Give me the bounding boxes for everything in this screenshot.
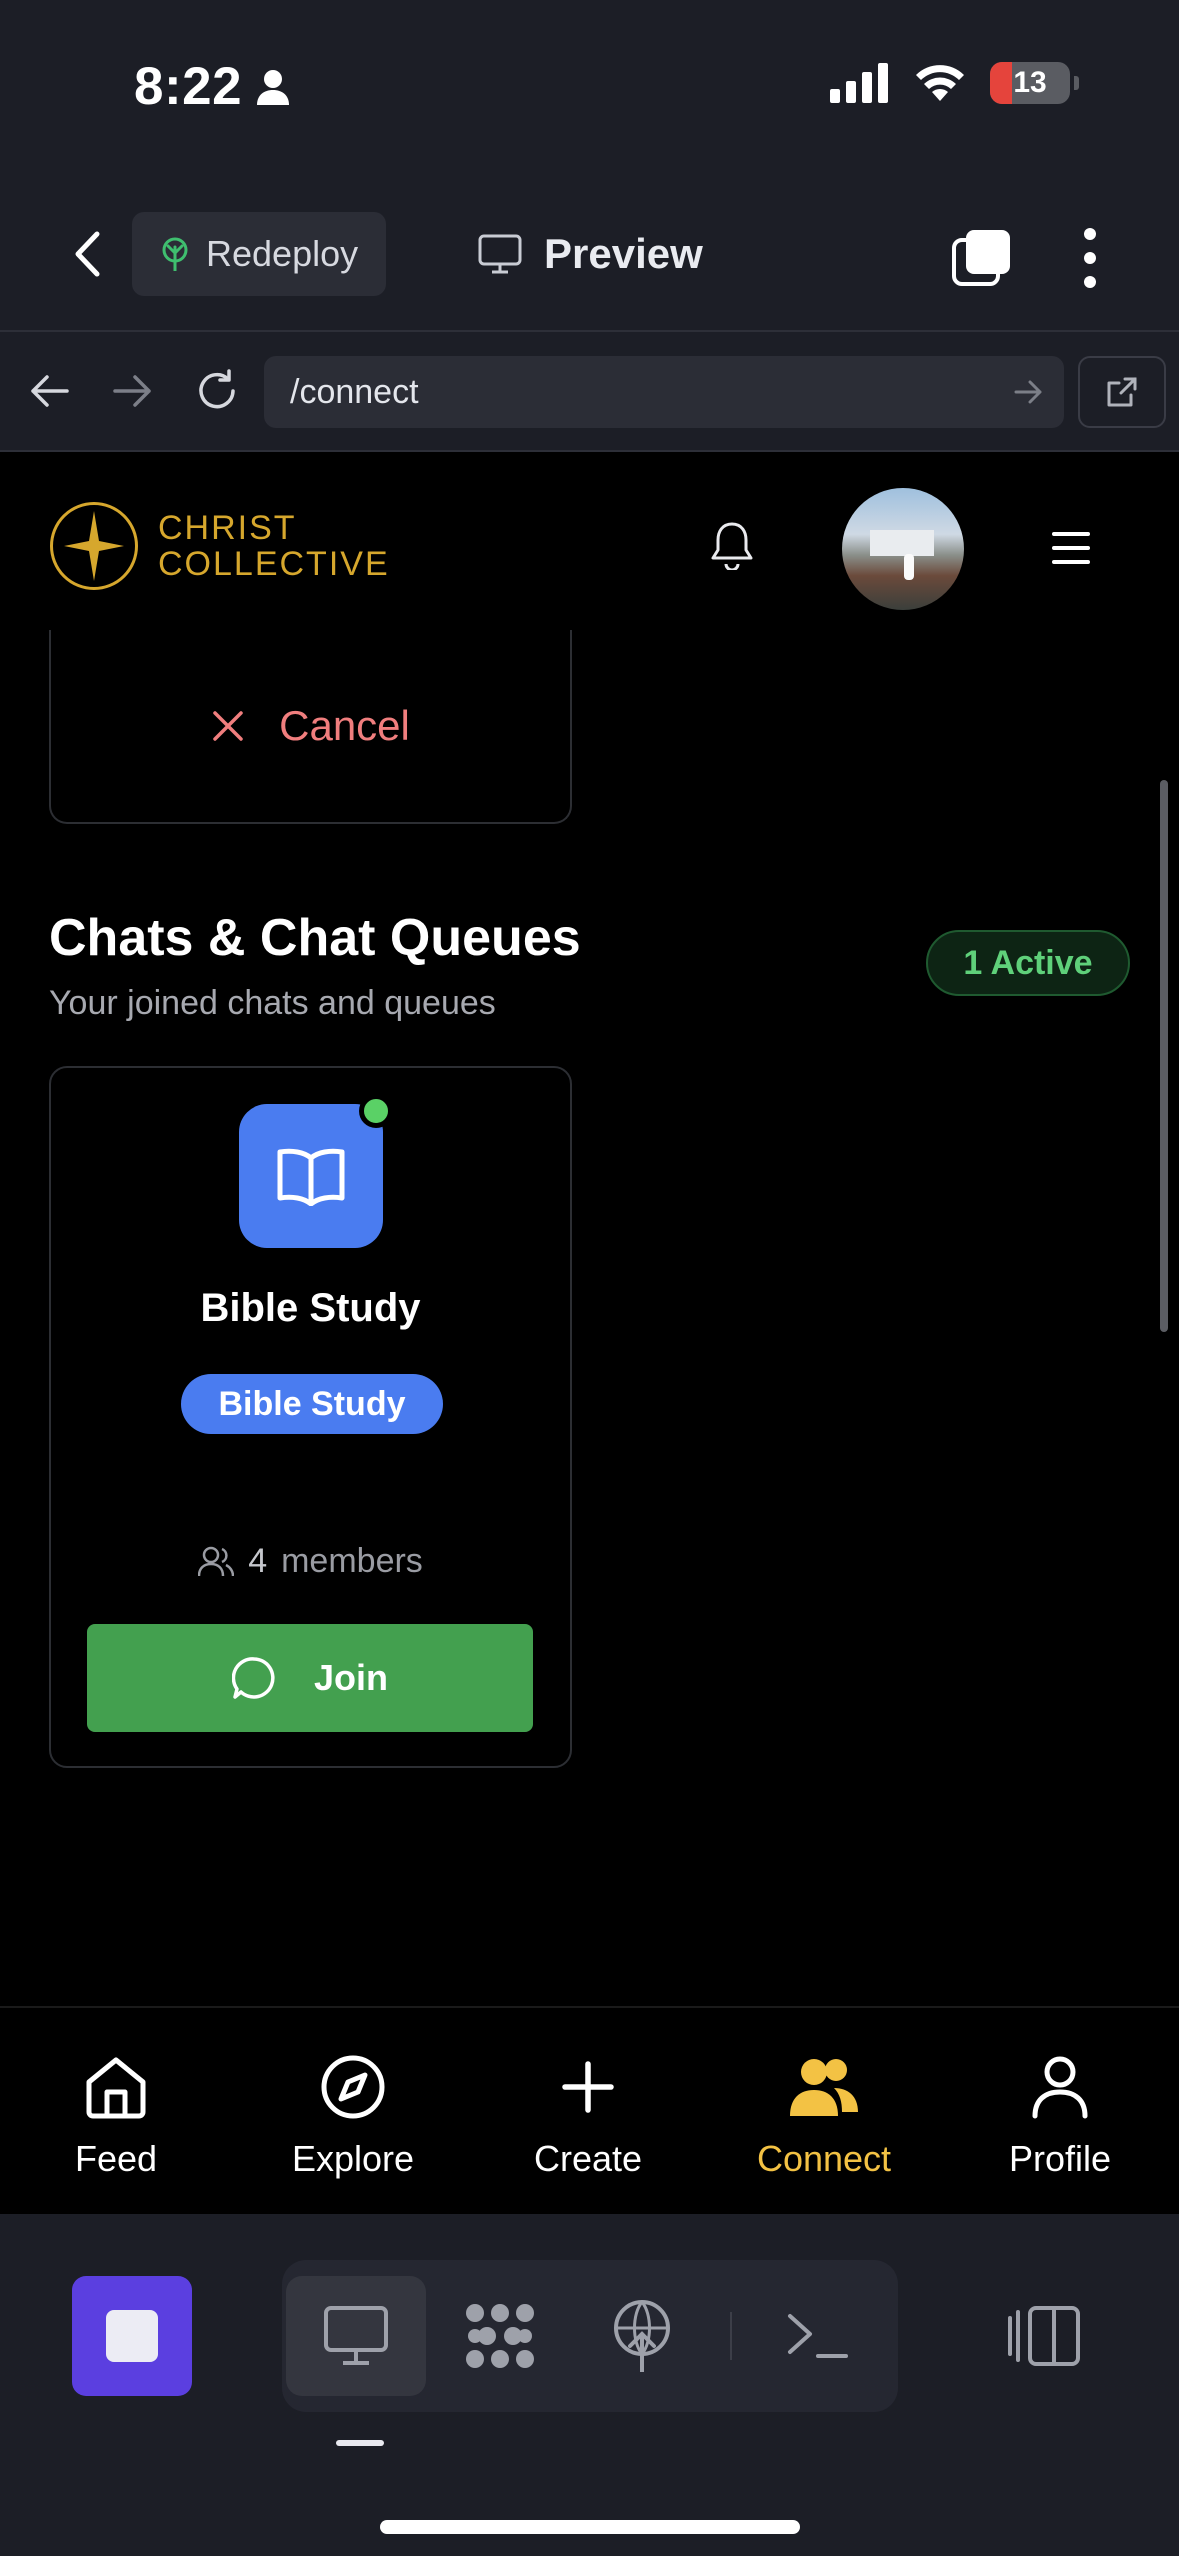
clock: 8:22: [134, 57, 243, 116]
preview-label: Preview: [544, 230, 703, 277]
apps-tool-button[interactable]: [430, 2276, 570, 2396]
user-icon: [1032, 2056, 1088, 2119]
compass-icon: [321, 2055, 385, 2119]
cancel-label: Cancel: [279, 702, 410, 749]
join-label: Join: [313, 1657, 388, 1698]
nav-explore[interactable]: Explore: [253, 2054, 453, 2180]
bell-icon[interactable]: [710, 520, 754, 570]
status-icons: 13: [830, 62, 1079, 104]
nav-connect-label: Connect: [756, 2138, 892, 2179]
member-count: 4 members: [51, 1542, 570, 1581]
nav-explore-label: Explore: [291, 2138, 415, 2179]
chevron-left-icon: [75, 231, 100, 277]
tool-group: [282, 2260, 898, 2412]
replit-dock: [0, 2214, 1179, 2556]
url-input[interactable]: /connect: [264, 356, 1064, 428]
chat-tag: Bible Study: [181, 1374, 443, 1434]
menu-button[interactable]: [1052, 532, 1090, 564]
preview-tool-button[interactable]: [286, 2276, 426, 2396]
blocks-icon: [466, 2304, 534, 2368]
wifi-icon: [916, 65, 964, 101]
url-text: /connect: [290, 372, 419, 411]
preview-tab[interactable]: Preview: [478, 222, 703, 286]
nav-feed[interactable]: Feed: [16, 2054, 216, 2180]
refresh-icon: [199, 369, 235, 409]
deploy-tool-button[interactable]: [572, 2276, 712, 2396]
tabs-icon[interactable]: [950, 226, 1014, 290]
signal-icon: [830, 63, 888, 103]
join-button[interactable]: Join: [87, 1624, 533, 1732]
plus-icon: [562, 2061, 614, 2113]
top-chrome: 8:22 13 Redeploy Preview: [0, 0, 1179, 330]
nav-feed-label: Feed: [74, 2138, 158, 2179]
open-book-icon: [277, 1148, 345, 1206]
members-number: 4: [248, 1542, 268, 1580]
section-subtitle: Your joined chats and queues: [49, 984, 496, 1022]
terminal-icon: [788, 2314, 848, 2358]
split-view-icon[interactable]: [1006, 2304, 1086, 2368]
star-logo-icon: [50, 502, 138, 590]
online-status-dot: [359, 1094, 393, 1128]
monitor-icon: [324, 2306, 388, 2365]
chat-avatar: [239, 1104, 383, 1248]
browser-forward-button[interactable]: [104, 362, 162, 420]
nav-profile[interactable]: Profile: [960, 2054, 1160, 2180]
deploy-tree-icon: [162, 237, 188, 271]
status-time: 8:22: [134, 56, 290, 117]
url-bar: /connect: [0, 332, 1179, 452]
stop-icon: [106, 2310, 158, 2362]
chat-card[interactable]: Bible Study Bible Study 4 members Join: [49, 1066, 572, 1768]
external-link-icon: [1107, 377, 1137, 407]
cancel-button[interactable]: Cancel: [51, 702, 570, 750]
active-count-badge: 1 Active: [926, 930, 1130, 996]
person-icon: [257, 69, 290, 105]
home-icon: [86, 2057, 146, 2119]
more-options-button[interactable]: [1072, 228, 1108, 288]
reload-button[interactable]: [188, 362, 246, 420]
logo-text: CHRIST COLLECTIVE: [158, 509, 390, 583]
selected-tool-indicator: [336, 2440, 384, 2446]
christ-collective-logo[interactable]: CHRIST COLLECTIVE: [50, 502, 390, 590]
nav-create[interactable]: Create: [488, 2054, 688, 2180]
chat-name: Bible Study: [200, 1286, 421, 1330]
back-button[interactable]: [62, 224, 112, 284]
nav-connect[interactable]: Connect: [724, 2054, 924, 2180]
message-circle-icon: [231, 1657, 275, 1699]
members-label: members: [281, 1542, 423, 1580]
nav-profile-label: Profile: [1008, 2138, 1112, 2179]
request-card: Cancel: [49, 630, 572, 824]
scrollbar[interactable]: [1160, 780, 1168, 1332]
browser-back-button[interactable]: [20, 362, 78, 420]
bottom-nav: Feed Explore Create Connect Profile: [0, 2006, 1179, 2214]
arrow-left-icon: [31, 375, 69, 407]
nav-create-label: Create: [533, 2138, 643, 2179]
user-avatar[interactable]: [842, 488, 964, 610]
arrow-right-icon: [113, 375, 151, 407]
app-bar: Redeploy Preview: [0, 210, 1179, 298]
close-icon: [213, 711, 243, 741]
shell-tool-button[interactable]: [748, 2276, 888, 2396]
users-icon: [790, 2059, 858, 2116]
open-external-button[interactable]: [1078, 356, 1166, 428]
battery-indicator: 13: [990, 62, 1070, 104]
stop-button[interactable]: [72, 2276, 192, 2396]
users-icon: [198, 1546, 235, 1576]
deploy-globe-icon: [614, 2300, 670, 2372]
site-header: CHRIST COLLECTIVE: [0, 454, 1179, 644]
go-arrow-icon[interactable]: [1014, 372, 1044, 412]
redeploy-button[interactable]: Redeploy: [132, 212, 386, 296]
section-title: Chats & Chat Queues: [49, 909, 581, 967]
home-indicator[interactable]: [380, 2520, 800, 2534]
monitor-icon: [478, 234, 522, 274]
redeploy-label: Redeploy: [206, 233, 359, 274]
